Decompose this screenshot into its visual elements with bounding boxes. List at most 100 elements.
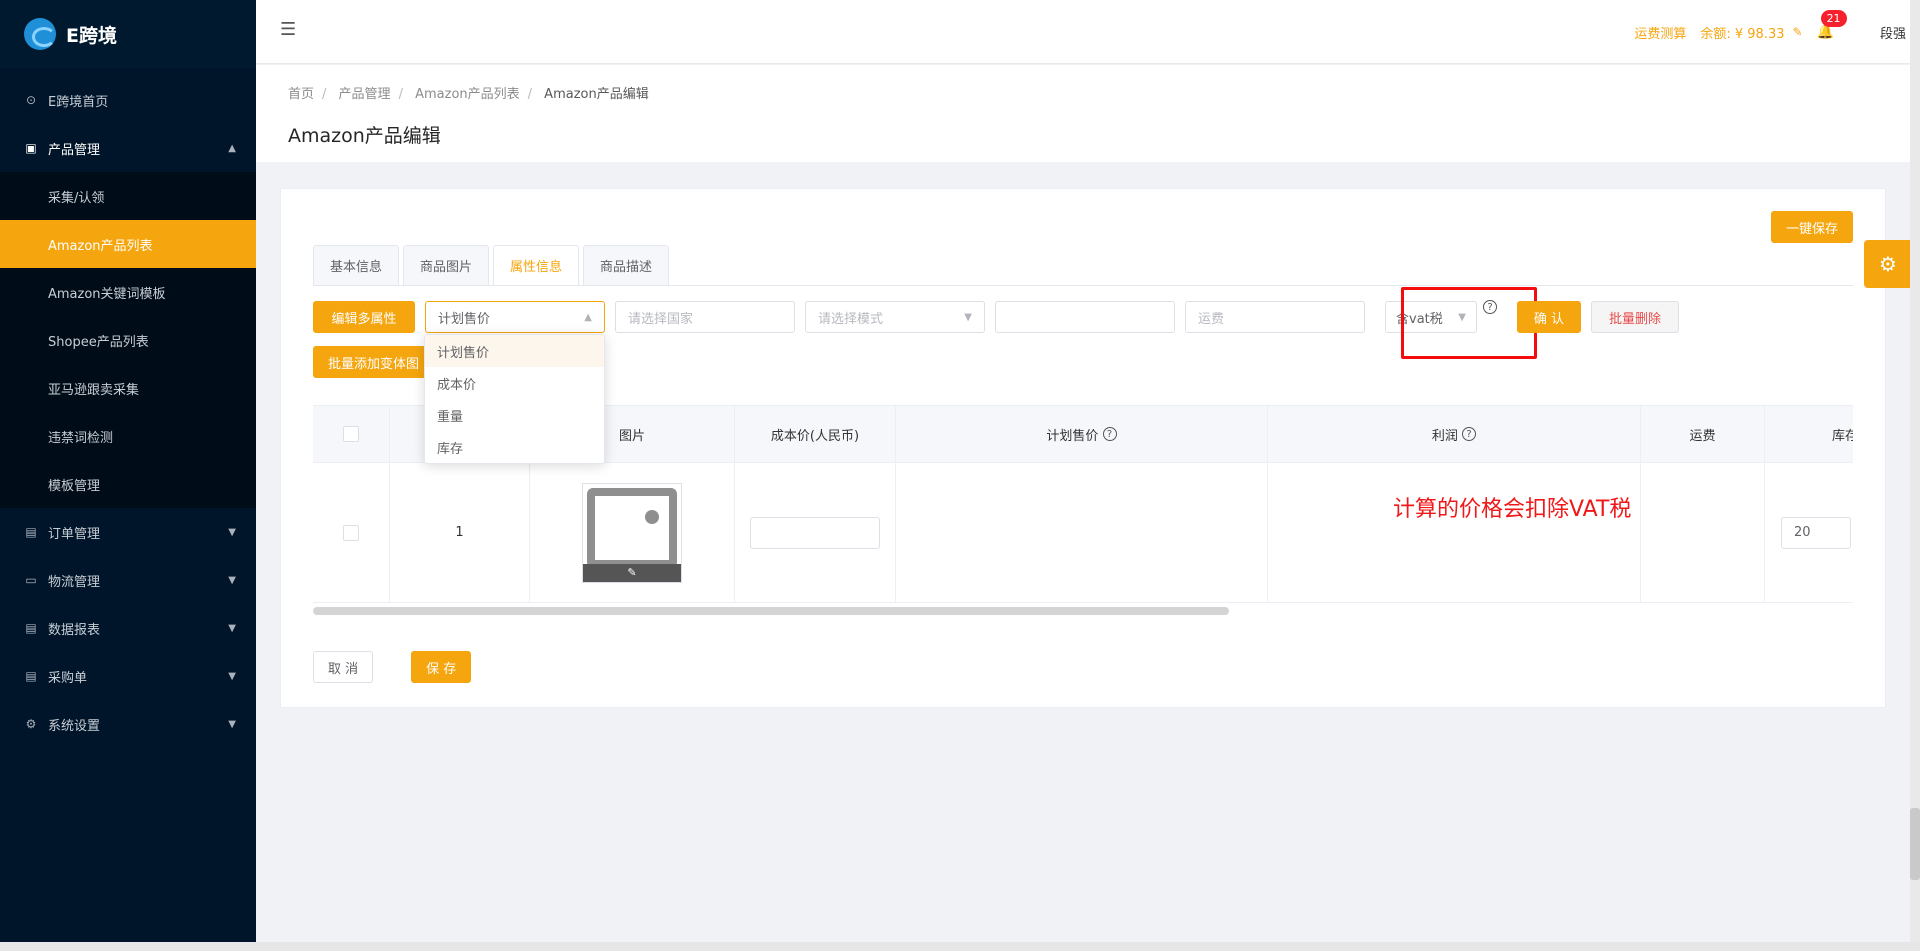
sidebar-item-products[interactable]: ▣ 产品管理 ▲: [0, 124, 256, 172]
attribute-select-value: 计划售价: [438, 311, 491, 327]
header-planned-price: 计划售价 ?: [896, 406, 1268, 462]
edit-multi-attr-button[interactable]: 编辑多属性: [313, 301, 415, 333]
confirm-button[interactable]: 确 认: [1517, 301, 1581, 333]
save-all-button[interactable]: 一键保存: [1770, 211, 1853, 243]
save-button[interactable]: 保 存: [411, 651, 472, 683]
scrollbar-thumb[interactable]: [1910, 808, 1920, 880]
chevron-up-icon: ▲: [228, 142, 236, 154]
freight-placeholder: 运费: [1198, 311, 1225, 327]
edit-icon[interactable]: ✎: [1793, 25, 1803, 39]
edit-image-icon[interactable]: ✎: [583, 563, 681, 582]
gear-icon: ⚙: [25, 717, 37, 731]
tab-basic-info[interactable]: 基本信息: [313, 245, 400, 285]
sidebar-item-label: 订单管理: [48, 526, 101, 542]
sidebar-item-logistics[interactable]: ▭ 物流管理 ▼: [0, 556, 256, 604]
sidebar-item-reports[interactable]: ▤ 数据报表 ▼: [0, 604, 256, 652]
value-input[interactable]: [995, 301, 1175, 333]
header-select-all: [313, 406, 390, 462]
sidebar: E跨境 ⊙ E跨境首页 ▣ 产品管理 ▲ 采集/认领 Amazon产品列表 Am…: [0, 0, 256, 942]
tabs: 基本信息 商品图片 属性信息 商品描述: [313, 245, 673, 285]
sidebar-item-settings[interactable]: ⚙ 系统设置 ▼: [0, 700, 256, 748]
cancel-button[interactable]: 取 消: [313, 651, 374, 683]
cost-input[interactable]: [750, 516, 880, 549]
chevron-down-icon: ▼: [228, 526, 236, 538]
top-header: ☰ 运费测算 余额: ¥ 98.33 ✎ 🔔 21 段强: [256, 0, 1920, 64]
attribute-toolbar: 编辑多属性 计划售价 ▲ 请选择国家 请选择模式 ▼ 运费 含vat税 ▼ ? …: [313, 287, 1853, 522]
sidebar-subitem-banned-words[interactable]: 违禁词检测: [0, 412, 256, 460]
sidebar-subitem-amazon-keywords[interactable]: Amazon关键词模板: [0, 268, 256, 316]
sidebar-item-home[interactable]: ⊙ E跨境首页: [0, 76, 256, 124]
planned-price-cell: [896, 463, 1268, 602]
truck-icon: ▭: [25, 573, 37, 587]
dropdown-option-planned-price[interactable]: 计划售价: [425, 335, 604, 367]
chevron-up-icon: ▲: [584, 311, 592, 323]
chevron-down-icon: ▼: [228, 622, 236, 634]
balance-text: 余额: ¥ 98.33: [1700, 26, 1785, 42]
attribute-dropdown: 计划售价 成本价 重量 库存: [424, 334, 605, 464]
breadcrumb-current: Amazon产品编辑: [544, 87, 649, 102]
logo-text: E跨境: [66, 24, 117, 47]
country-select[interactable]: 请选择国家: [615, 301, 795, 333]
settings-gear-icon[interactable]: ⚙: [1864, 240, 1912, 288]
page-title: Amazon产品编辑: [288, 125, 441, 147]
header-stock: 库存: [1831, 428, 1853, 444]
breadcrumb: 首页 / 产品管理 / Amazon产品列表 / Amazon产品编辑: [288, 87, 649, 102]
sidebar-subitem-collect[interactable]: 采集/认领: [0, 172, 256, 220]
tab-description[interactable]: 商品描述: [583, 245, 670, 285]
country-placeholder: 请选择国家: [628, 311, 694, 327]
attribute-select[interactable]: 计划售价 ▲: [425, 301, 605, 333]
dropdown-option-stock[interactable]: 库存: [425, 431, 604, 463]
freight-calc-link[interactable]: 运费测算: [1634, 23, 1686, 42]
tab-product-images[interactable]: 商品图片: [403, 245, 490, 285]
mode-select[interactable]: 请选择模式 ▼: [805, 301, 985, 333]
freight-cell: [1641, 463, 1765, 602]
breadcrumb-amazon-list[interactable]: Amazon产品列表: [415, 87, 520, 102]
chevron-down-icon: ▼: [228, 670, 236, 682]
report-icon: ▤: [25, 621, 37, 635]
sidebar-subitem-templates[interactable]: 模板管理: [0, 460, 256, 508]
sidebar-subitem-shopee-products[interactable]: Shopee产品列表: [0, 316, 256, 364]
purchase-icon: ▤: [25, 669, 37, 683]
batch-delete-button[interactable]: 批量删除: [1591, 301, 1679, 333]
help-icon[interactable]: ?: [1102, 427, 1117, 441]
sidebar-item-label: 数据报表: [48, 622, 101, 638]
profit-cell: [1268, 463, 1641, 602]
dropdown-option-weight[interactable]: 重量: [425, 399, 604, 431]
table-horizontal-scrollbar[interactable]: [313, 607, 1229, 615]
order-icon: ▤: [25, 525, 37, 539]
batch-add-variant-image-button[interactable]: 批量添加变体图: [313, 346, 435, 378]
mode-placeholder: 请选择模式: [818, 311, 884, 327]
logo-icon: [24, 18, 56, 50]
dropdown-option-cost[interactable]: 成本价: [425, 367, 604, 399]
product-image-placeholder[interactable]: ✎: [582, 482, 682, 583]
bell-icon[interactable]: 🔔 21: [1817, 10, 1847, 40]
form-actions: 取 消保 存: [313, 651, 509, 683]
freight-input[interactable]: 运费: [1185, 301, 1365, 333]
header-freight: 运费: [1641, 406, 1765, 462]
sidebar-item-label: E跨境首页: [48, 94, 109, 110]
table-row: 1 ✎ 20: [313, 463, 1853, 603]
chevron-down-icon: ▼: [228, 718, 236, 730]
select-all-checkbox[interactable]: [343, 426, 359, 442]
chevron-down-icon: ▼: [964, 311, 972, 323]
sidebar-subitem-amazon-products[interactable]: Amazon产品列表: [0, 220, 256, 268]
tab-attributes[interactable]: 属性信息: [493, 245, 580, 285]
sidebar-item-label: 产品管理: [48, 142, 101, 158]
chevron-down-icon: ▼: [228, 574, 236, 586]
breadcrumb-products[interactable]: 产品管理: [339, 87, 391, 102]
row-index: 1: [390, 463, 530, 602]
sidebar-subitem-amazon-follow[interactable]: 亚马逊跟卖采集: [0, 364, 256, 412]
dashboard-icon: ⊙: [25, 93, 37, 107]
sidebar-item-purchase[interactable]: ▤ 采购单 ▼: [0, 652, 256, 700]
logo[interactable]: E跨境: [0, 0, 256, 68]
stock-input[interactable]: 20: [1781, 516, 1851, 549]
page-header: 首页 / 产品管理 / Amazon产品列表 / Amazon产品编辑 Amazon产…: [256, 65, 1920, 162]
header-cost: 成本价(人民币): [735, 406, 896, 462]
help-icon[interactable]: ?: [1462, 427, 1477, 441]
sidebar-item-orders[interactable]: ▤ 订单管理 ▼: [0, 508, 256, 556]
menu-toggle-icon[interactable]: ☰: [280, 20, 300, 40]
product-icon: ▣: [25, 141, 37, 155]
sidebar-item-label: 物流管理: [48, 574, 101, 590]
breadcrumb-home[interactable]: 首页: [288, 87, 314, 102]
row-checkbox[interactable]: [343, 524, 359, 541]
